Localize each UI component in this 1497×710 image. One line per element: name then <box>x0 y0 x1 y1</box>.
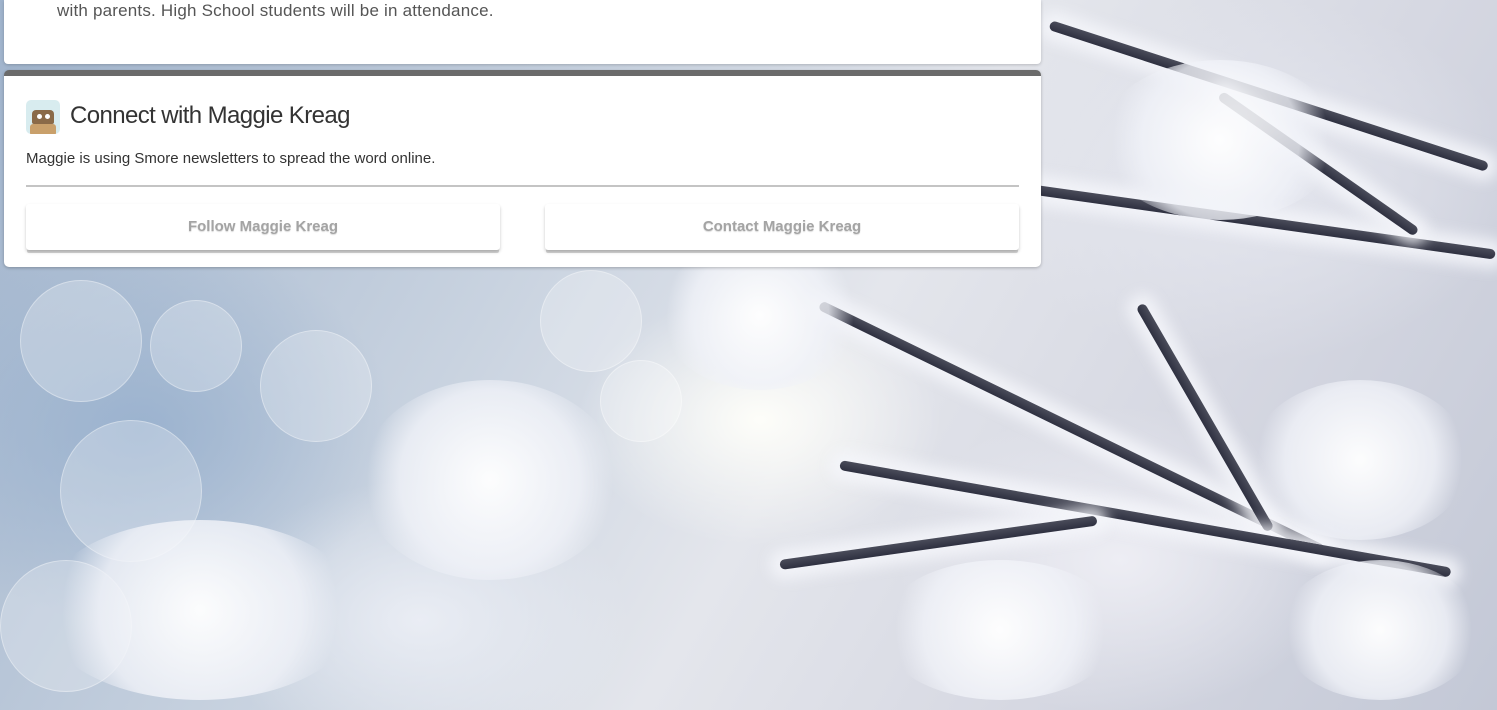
event-description-card: with parents. High School students will … <box>4 0 1041 64</box>
connect-card: Connect with Maggie Kreag Maggie is usin… <box>4 70 1041 267</box>
follow-button[interactable]: Follow Maggie Kreag <box>26 204 500 250</box>
divider <box>26 185 1019 187</box>
event-description-text: with parents. High School students will … <box>57 1 494 20</box>
connect-subtitle: Maggie is using Smore newsletters to spr… <box>26 150 436 167</box>
smore-avatar-icon <box>26 100 60 134</box>
connect-title: Connect with Maggie Kreag <box>70 102 350 129</box>
contact-button[interactable]: Contact Maggie Kreag <box>545 204 1019 250</box>
